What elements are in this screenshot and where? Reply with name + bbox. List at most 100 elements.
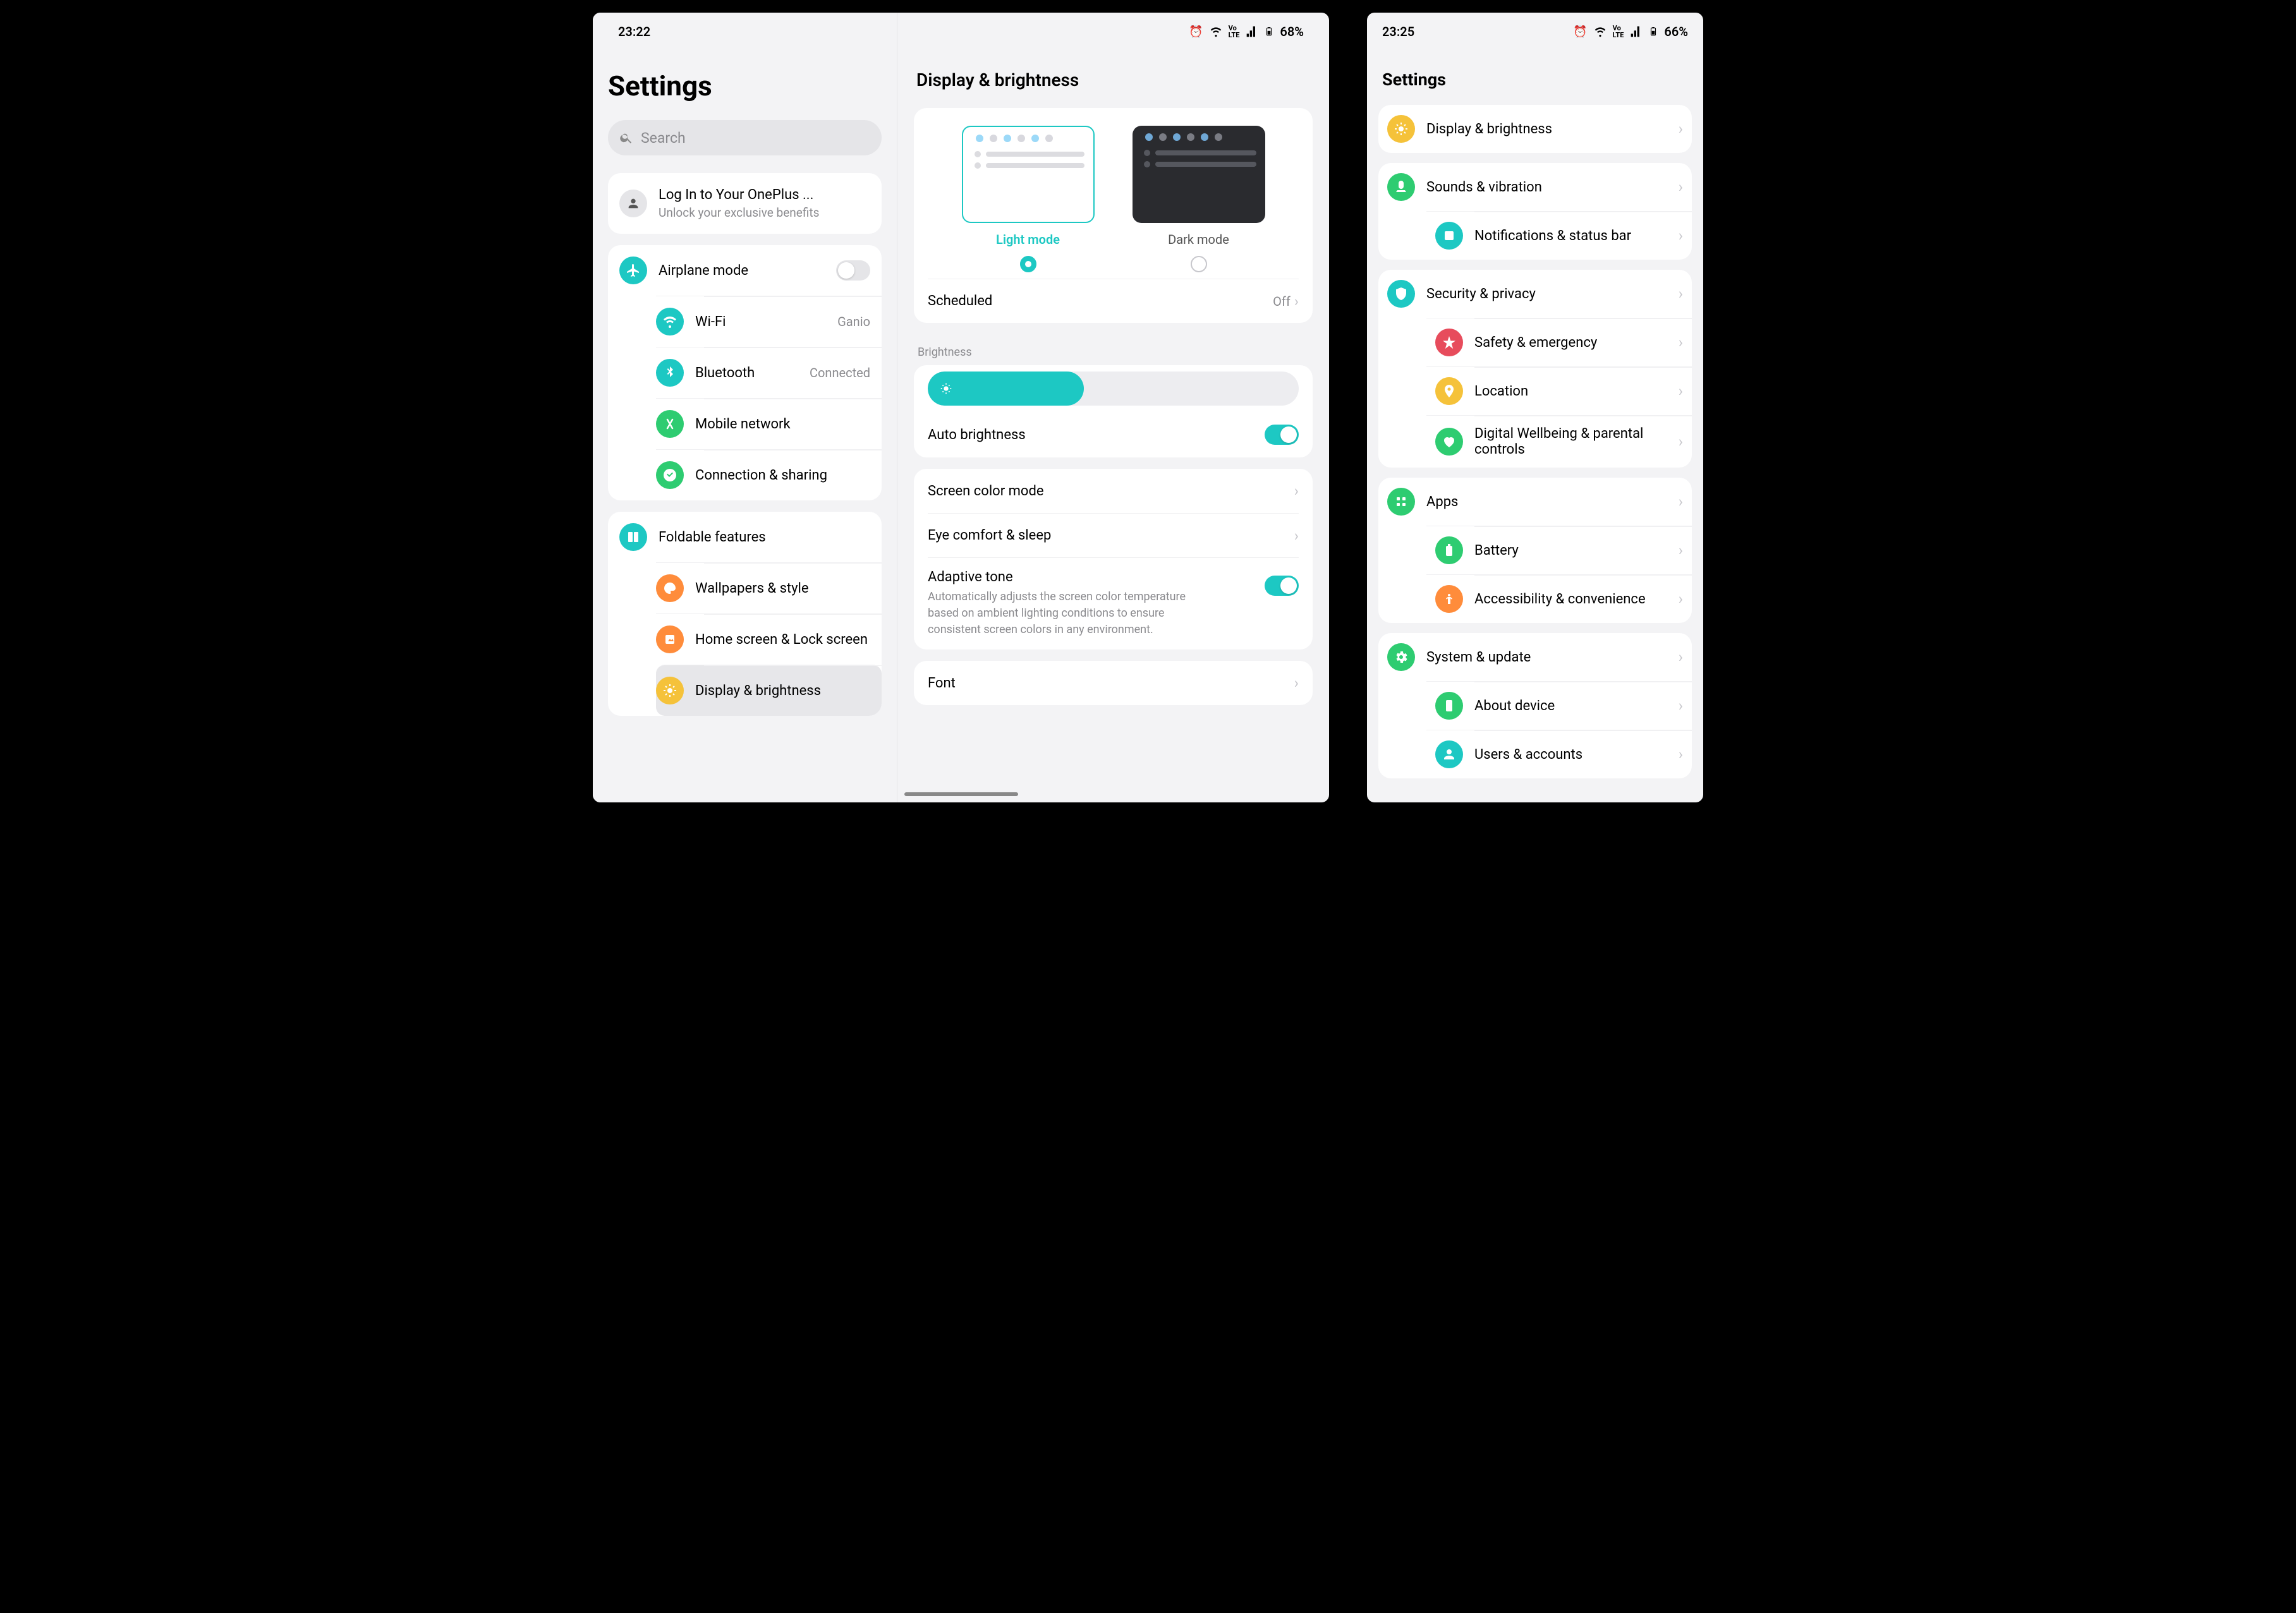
row-label: Connection & sharing <box>695 468 870 483</box>
user-icon <box>1435 740 1463 768</box>
chevron-right-icon: › <box>1679 285 1683 303</box>
sidebar-item-home-lock[interactable]: Home screen & Lock screen <box>656 613 882 665</box>
font-row[interactable]: Font › <box>928 661 1299 705</box>
phone-group-3: Security & privacy › Safety & emergency … <box>1378 270 1692 468</box>
search-input[interactable]: Search <box>608 120 882 155</box>
phone-item-wellbeing[interactable]: Digital Wellbeing & parental controls › <box>1426 415 1692 468</box>
dark-preview <box>1133 126 1265 223</box>
battery-percent: 66% <box>1664 24 1688 39</box>
account-card: Log In to Your OnePlus ... Unlock your e… <box>608 173 882 234</box>
search-icon <box>619 131 633 145</box>
chevron-right-icon: › <box>1679 697 1683 715</box>
brightness-icon <box>1387 115 1415 143</box>
phone-item-notifications[interactable]: Notifications & status bar › <box>1426 211 1692 260</box>
adaptive-desc: Automatically adjusts the screen color t… <box>928 589 1252 638</box>
row-label: Bluetooth <box>695 365 798 381</box>
phone-group-2: Sounds & vibration › Notifications & sta… <box>1378 163 1692 260</box>
sidebar-item-connection-sharing[interactable]: Connection & sharing <box>656 449 882 500</box>
chevron-right-icon: › <box>1294 527 1299 545</box>
wifi-icon <box>1210 25 1222 38</box>
sound-icon <box>1387 173 1415 201</box>
row-label: Display & brightness <box>695 683 870 699</box>
row-label: Font <box>928 675 1283 691</box>
phone-item-users[interactable]: Users & accounts › <box>1426 730 1692 778</box>
scheduled-row[interactable]: Scheduled Off› <box>928 279 1299 323</box>
chevron-right-icon: › <box>1679 493 1683 510</box>
phone-item-display[interactable]: Display & brightness › <box>1378 105 1692 153</box>
eye-comfort-row[interactable]: Eye comfort & sleep › <box>928 513 1299 557</box>
page-title: Settings <box>1378 69 1692 90</box>
phone-item-location[interactable]: Location › <box>1426 366 1692 415</box>
row-label: Airplane mode <box>659 263 825 279</box>
phone-item-accessibility[interactable]: Accessibility & convenience › <box>1426 574 1692 623</box>
brightness-section-label: Brightness <box>914 334 1313 365</box>
row-label: Accessibility & convenience <box>1474 591 1667 607</box>
alarm-icon: ⏰ <box>1573 25 1587 39</box>
status-right: ⏰ VoLTE 68% <box>1189 24 1304 39</box>
home-lock-icon <box>656 625 684 653</box>
row-label: System & update <box>1426 649 1667 665</box>
home-indicator[interactable] <box>904 792 1018 796</box>
sidebar-item-bluetooth[interactable]: Bluetooth Connected <box>656 347 882 398</box>
phone-device: 23:25 ⏰ VoLTE 66% Settings Display & bri… <box>1367 13 1703 802</box>
row-label: Auto brightness <box>928 427 1253 443</box>
device-icon <box>1435 692 1463 720</box>
phone-item-battery[interactable]: Battery › <box>1426 526 1692 574</box>
adaptive-tone-toggle[interactable] <box>1265 576 1299 596</box>
chevron-right-icon: › <box>1679 746 1683 763</box>
theme-dark-option[interactable]: Dark mode <box>1133 126 1265 272</box>
adaptive-tone-row[interactable]: Adaptive tone Automatically adjusts the … <box>928 557 1299 649</box>
row-label: Safety & emergency <box>1474 335 1667 351</box>
row-label: Notifications & status bar <box>1474 228 1667 244</box>
phone-item-apps[interactable]: Apps › <box>1378 478 1692 526</box>
row-label: Wallpapers & style <box>695 581 870 596</box>
sidebar-item-mobile-network[interactable]: Mobile network <box>656 398 882 449</box>
status-bar: 23:22 ⏰ VoLTE 68% <box>593 13 1329 51</box>
sidebar-item-airplane[interactable]: Airplane mode <box>608 245 882 296</box>
content-title: Display & brightness <box>914 69 1313 90</box>
theme-dark-radio[interactable] <box>1191 256 1207 272</box>
account-title: Log In to Your OnePlus ... <box>659 187 819 203</box>
phone-group-5: System & update › About device › Users &… <box>1378 633 1692 778</box>
apps-icon <box>1387 488 1415 516</box>
sidebar-item-foldable[interactable]: Foldable features <box>608 512 882 562</box>
adaptive-title: Adaptive tone <box>928 569 1252 585</box>
foldable-icon <box>619 523 647 551</box>
status-time: 23:22 <box>618 24 650 39</box>
row-label: Location <box>1474 384 1667 399</box>
chevron-right-icon: › <box>1679 334 1683 351</box>
theme-light-option[interactable]: Light mode <box>962 126 1095 272</box>
airplane-toggle[interactable] <box>836 260 870 281</box>
wifi-icon <box>656 308 684 335</box>
phone-item-sounds[interactable]: Sounds & vibration › <box>1378 163 1692 211</box>
row-label: Mobile network <box>695 416 870 432</box>
chevron-right-icon: › <box>1679 433 1683 450</box>
phone-group-4: Apps › Battery › Accessibility & conveni… <box>1378 478 1692 623</box>
airplane-icon <box>619 257 647 284</box>
screen-color-mode-row[interactable]: Screen color mode › <box>928 469 1299 513</box>
chevron-right-icon: › <box>1679 382 1683 400</box>
page-title: Settings <box>608 69 882 102</box>
font-card: Font › <box>914 661 1313 705</box>
phone-item-security[interactable]: Security & privacy › <box>1378 270 1692 318</box>
sidebar-item-wifi[interactable]: Wi-Fi Ganio <box>656 296 882 347</box>
auto-brightness-toggle[interactable] <box>1265 425 1299 445</box>
sidebar-item-wallpapers[interactable]: Wallpapers & style <box>656 562 882 613</box>
row-label: Wi-Fi <box>695 314 826 330</box>
sidebar-item-display-brightness[interactable]: Display & brightness <box>656 665 882 716</box>
chevron-right-icon: › <box>1679 178 1683 196</box>
brightness-slider[interactable] <box>928 372 1299 406</box>
account-row[interactable]: Log In to Your OnePlus ... Unlock your e… <box>608 173 882 234</box>
auto-brightness-row[interactable]: Auto brightness <box>928 412 1299 457</box>
phone-group-1: Display & brightness › <box>1378 105 1692 153</box>
chevron-right-icon: › <box>1679 590 1683 608</box>
phone-item-about[interactable]: About device › <box>1426 681 1692 730</box>
brightness-card: Auto brightness <box>914 365 1313 457</box>
phone-item-safety[interactable]: Safety & emergency › <box>1426 318 1692 366</box>
theme-light-radio[interactable] <box>1020 256 1036 272</box>
brightness-icon <box>656 677 684 704</box>
tablet-device: 23:22 ⏰ VoLTE 68% Settings Search <box>593 13 1329 802</box>
phone-item-system[interactable]: System & update › <box>1378 633 1692 681</box>
signal-icon <box>1246 25 1258 38</box>
display-card: Foldable features Wallpapers & style Hom… <box>608 512 882 716</box>
